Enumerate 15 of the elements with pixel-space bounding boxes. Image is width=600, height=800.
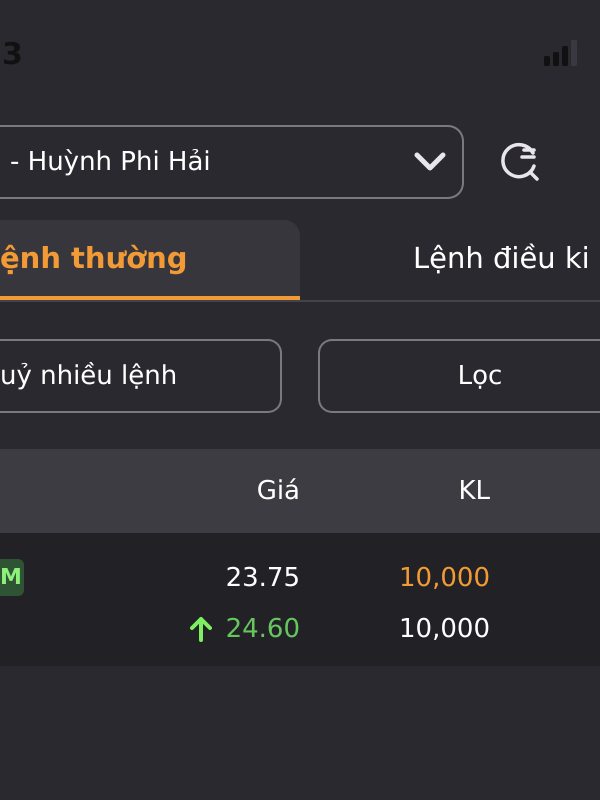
cancel-orders-button[interactable]: uỷ nhiều lệnh [0,339,282,413]
order-row[interactable]: M 23.75 10,000 24.60 10,000 [0,533,600,666]
signal-icon [544,40,578,68]
price-cell: 23.75 [226,562,300,592]
tab[interactable]: Lệnh điều ki [300,220,590,300]
column-header: KL [458,476,490,506]
chevron-down-icon [414,152,446,172]
filter-button[interactable]: Lọc [318,339,600,413]
order-type-badge: M [0,559,24,596]
price-cell: 24.60 [226,614,300,644]
account-dropdown[interactable]: - Huỳnh Phi Hải [0,125,464,199]
tab[interactable]: ệnh thường [0,220,300,300]
volume-cell: 10,000 [399,614,490,644]
volume-cell: 10,000 [399,562,490,592]
column-header: Giá [256,476,300,506]
